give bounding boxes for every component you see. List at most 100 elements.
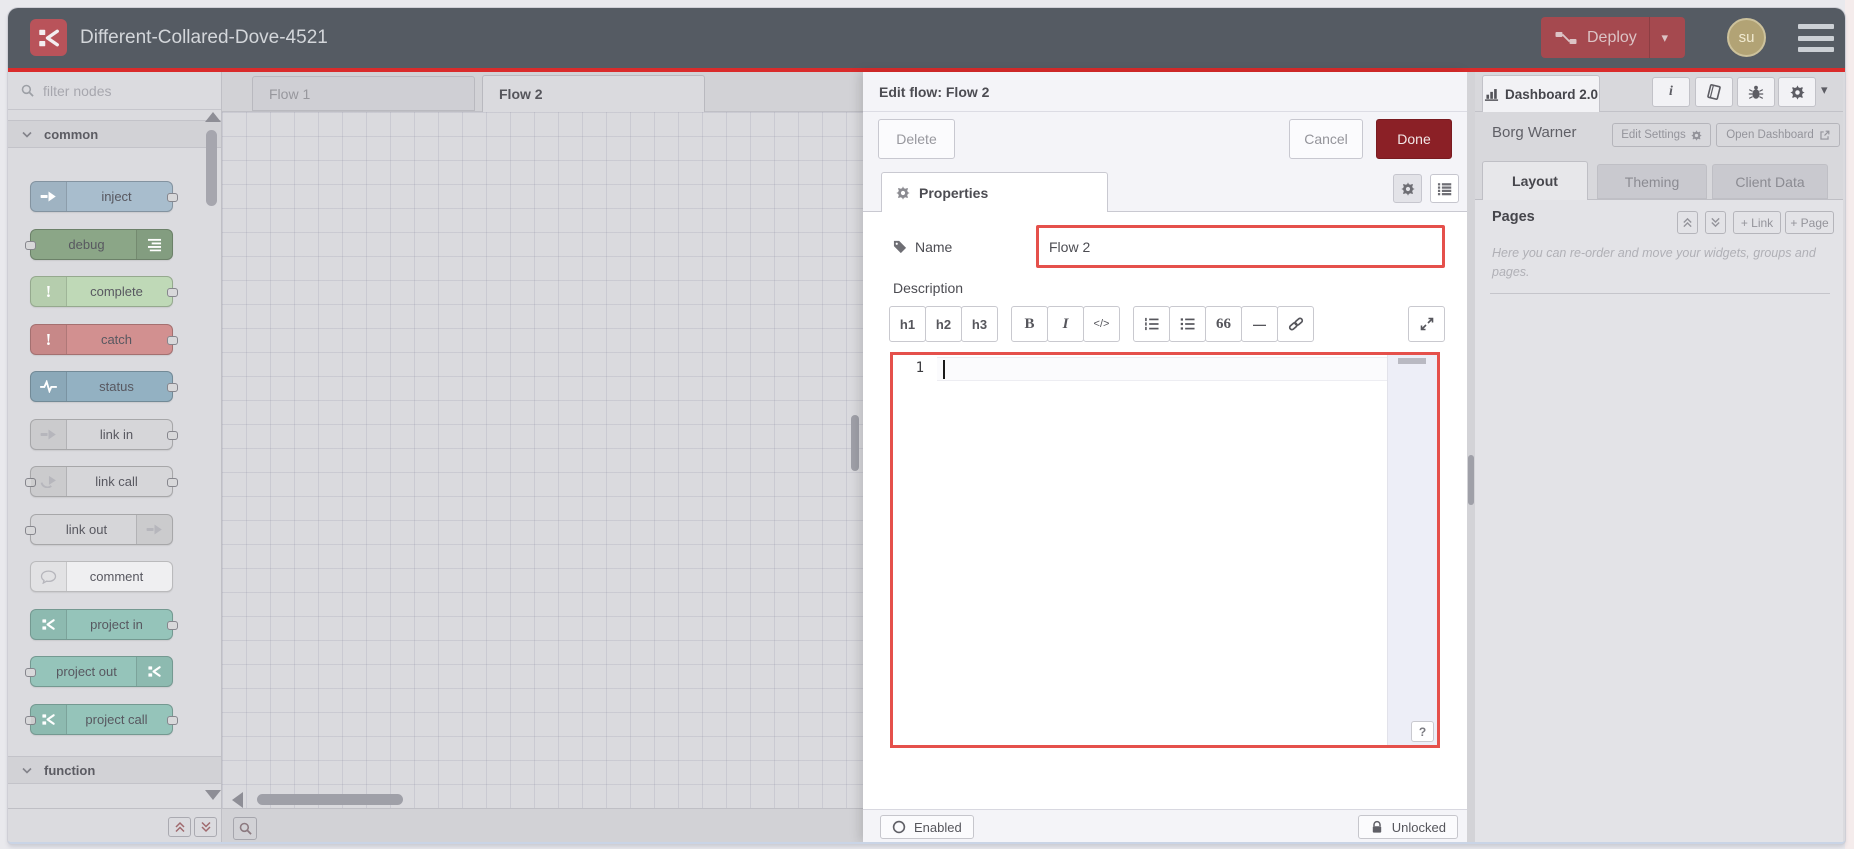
ordered-list-button[interactable]: [1133, 306, 1170, 342]
flow-enabled-toggle[interactable]: Enabled: [880, 815, 974, 839]
tab-client-data[interactable]: Client Data: [1712, 164, 1828, 199]
editor-scrollbar-thumb[interactable]: [1398, 358, 1426, 364]
palette-footer: [8, 808, 221, 842]
done-button[interactable]: Done: [1376, 118, 1452, 159]
move-down-button[interactable]: [1705, 211, 1726, 234]
palette-category-function[interactable]: function: [8, 756, 221, 784]
node-input-port: [25, 240, 36, 250]
horizontal-rule-button[interactable]: —: [1241, 306, 1278, 342]
flow-lock-toggle[interactable]: Unlocked: [1357, 815, 1458, 839]
tab-layout[interactable]: Layout: [1482, 161, 1588, 200]
flow-name-input[interactable]: [1036, 225, 1445, 268]
expand-all-button[interactable]: [194, 817, 217, 837]
chain-link-icon: [1288, 317, 1304, 331]
tab-theming[interactable]: Theming: [1597, 164, 1707, 199]
unordered-list-icon: [1180, 317, 1195, 331]
deploy-icon: [1555, 31, 1577, 45]
h1-button[interactable]: h1: [889, 306, 926, 342]
node-output-port: [167, 620, 178, 630]
info-sidebar-button[interactable]: i: [1652, 77, 1690, 107]
ordered-list-icon: [1144, 317, 1159, 331]
palette-node-complete[interactable]: ! complete: [30, 276, 178, 307]
tab-flow-1[interactable]: Flow 1: [252, 76, 475, 111]
palette-filter-input[interactable]: [43, 82, 193, 99]
user-avatar[interactable]: su: [1727, 18, 1766, 57]
move-up-button[interactable]: [1677, 211, 1698, 234]
description-list-button[interactable]: [1430, 174, 1459, 203]
palette-category-common[interactable]: common: [8, 120, 221, 148]
help-docs-button[interactable]: [1695, 77, 1733, 107]
deploy-button[interactable]: Deploy ▾: [1541, 17, 1685, 58]
palette-node-link-out[interactable]: link out: [25, 514, 173, 545]
h2-button[interactable]: h2: [925, 306, 962, 342]
tab-dashboard-2[interactable]: Dashboard 2.0: [1482, 75, 1600, 112]
deploy-options-caret-icon[interactable]: ▾: [1650, 30, 1680, 46]
palette-node-catch[interactable]: ! catch: [30, 324, 178, 355]
palette-node-project-out[interactable]: project out: [25, 656, 173, 687]
edit-properties-button[interactable]: [1393, 174, 1422, 203]
palette-node-debug[interactable]: debug: [25, 229, 173, 260]
add-link-button[interactable]: + Link: [1733, 211, 1781, 234]
italic-button[interactable]: I: [1047, 306, 1084, 342]
dialog-footer: Enabled Unlocked: [863, 809, 1467, 842]
h3-button[interactable]: h3: [961, 306, 998, 342]
link-button[interactable]: [1277, 306, 1314, 342]
add-page-button[interactable]: + Page: [1785, 211, 1834, 234]
config-nodes-button[interactable]: [1778, 77, 1816, 107]
cancel-button[interactable]: Cancel: [1289, 118, 1363, 159]
editor-help-button[interactable]: ?: [1411, 721, 1434, 742]
palette-node-comment[interactable]: comment: [30, 561, 173, 592]
node-label: complete: [90, 284, 143, 299]
blockquote-button[interactable]: 66: [1205, 306, 1242, 342]
palette-node-inject[interactable]: inject: [30, 181, 178, 212]
node-output-port: [167, 477, 178, 487]
sidebar-options-caret-icon[interactable]: ▾: [1821, 82, 1828, 98]
exclamation-icon: !: [31, 277, 67, 306]
palette-node-link-in[interactable]: link in: [30, 419, 178, 450]
tab-properties[interactable]: Properties: [881, 172, 1108, 212]
palette-node-link-call[interactable]: link call: [25, 466, 178, 497]
chevron-down-icon: [22, 131, 32, 138]
format-button-group: B I </>: [1011, 306, 1120, 342]
tab-label: Properties: [919, 184, 989, 201]
sidebar-tab-bar: Dashboard 2.0 i ▾: [1475, 72, 1843, 112]
debug-sidebar-button[interactable]: [1737, 77, 1775, 107]
expand-editor-button[interactable]: [1408, 306, 1445, 342]
collapse-all-button[interactable]: [168, 817, 191, 837]
workspace-horizontal-scrollbar-thumb[interactable]: [257, 794, 403, 805]
node-output-port: [167, 287, 178, 297]
workspace-vertical-scrollbar-thumb[interactable]: [851, 415, 859, 471]
code-button[interactable]: </>: [1083, 306, 1120, 342]
dialog-tab-row: Properties: [863, 165, 1467, 212]
flow-canvas[interactable]: [222, 112, 863, 808]
delete-button[interactable]: Delete: [878, 118, 955, 159]
inject-arrow-icon: [31, 182, 67, 211]
palette-scroll-down-arrow[interactable]: [205, 790, 221, 800]
dialog-content: Name Description h1 h2 h3 B I </>: [863, 212, 1467, 809]
unordered-list-button[interactable]: [1169, 306, 1206, 342]
palette-scrollbar-thumb[interactable]: [206, 130, 217, 206]
dashboard-tab-bar: Layout Theming Client Data: [1475, 158, 1843, 200]
workspace-scroll-left-arrow[interactable]: [232, 792, 243, 808]
description-code-editor[interactable]: 1 ?: [890, 352, 1440, 748]
bold-button[interactable]: B: [1011, 306, 1048, 342]
node-label: status: [99, 379, 134, 394]
separator-drag-handle[interactable]: [1468, 455, 1474, 505]
palette-node-project-in[interactable]: project in: [30, 609, 178, 640]
open-dashboard-button[interactable]: Open Dashboard: [1716, 123, 1840, 147]
edit-settings-button[interactable]: Edit Settings: [1612, 123, 1711, 147]
dialog-title: Edit flow: Flow 2: [863, 72, 1467, 112]
dialog-toolbar: Delete Cancel Done: [863, 112, 1467, 165]
tab-flow-2[interactable]: Flow 2: [482, 75, 705, 112]
palette-node-project-call[interactable]: project call: [25, 704, 178, 735]
name-field-row: Name: [893, 225, 1445, 268]
link-arrow-icon: [31, 420, 67, 449]
palette-search[interactable]: [8, 72, 221, 110]
palette-scroll-up-arrow[interactable]: [205, 112, 221, 122]
zoom-search-button[interactable]: [233, 817, 257, 840]
main-menu-button[interactable]: [1798, 24, 1834, 52]
tab-label: Client Data: [1735, 173, 1805, 190]
node-label: link out: [65, 522, 108, 537]
node-output-port: [167, 382, 178, 392]
palette-node-status[interactable]: status: [30, 371, 178, 402]
